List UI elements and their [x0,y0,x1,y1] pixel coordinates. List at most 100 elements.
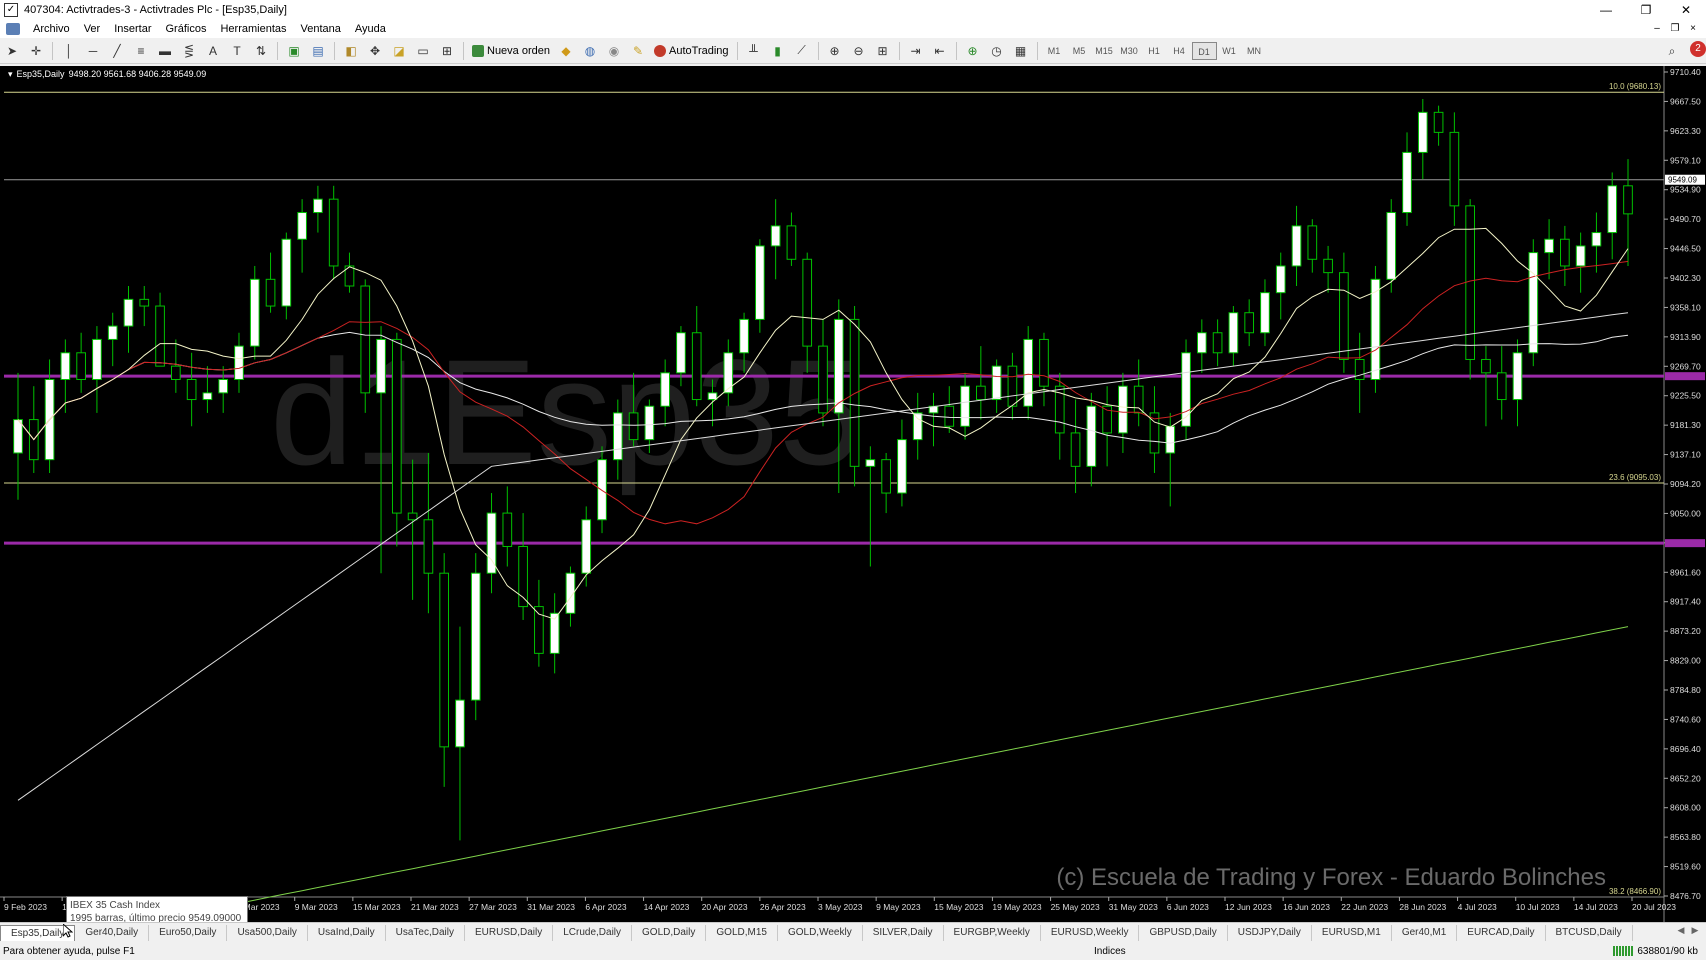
bullish-candle [455,699,465,748]
timeframe-d1[interactable]: D1 [1191,41,1217,60]
chart-tab[interactable]: GBPUSD,Daily [1139,924,1228,941]
chart-area[interactable]: d1Esp35 9710.40 9667.50 9623.30 9579.10 9534… [0,66,1706,922]
chart-tab[interactable]: GOLD,Daily [632,924,707,941]
bullish-candle [202,392,213,401]
zoom-out-icon[interactable]: ⊖ [848,41,870,61]
mouse-cursor-icon [63,924,73,938]
timeframe-mn[interactable]: MN [1242,42,1267,60]
x-axis-label: 15 May 2023 [934,902,983,912]
templates-icon[interactable]: ▦ [1010,41,1032,61]
bullish-candle [1165,425,1176,454]
cursor-icon[interactable]: ➤ [1,41,23,61]
chart-tab[interactable]: Usa500,Daily [227,924,308,941]
x-axis-label: 9 Mar 2023 [295,902,338,912]
zoom-in-icon[interactable]: ⊕ [824,41,846,61]
chart-tab[interactable]: LCrude,Daily [553,924,633,941]
price-chart[interactable]: 9710.40 9667.50 9623.30 9579.10 9534.90 9490.… [0,66,1706,922]
bullish-candle [281,238,292,307]
line-chart-icon[interactable]: ⟋ [791,41,813,61]
close-button[interactable]: ✕ [1666,0,1706,20]
bearish-candle [155,305,165,367]
search-icon[interactable]: ⌕ [1661,41,1683,61]
auto-scroll-icon[interactable]: ⇥ [905,41,927,61]
timeframe-h4[interactable]: H4 [1167,42,1192,60]
periods-icon[interactable]: ◷ [986,41,1008,61]
new-chart-icon[interactable]: ▣ [283,41,305,61]
x-axis-label: 31 May 2023 [1109,902,1158,912]
tile-windows-icon[interactable]: ⊞ [872,41,894,61]
bullish-candle [1260,292,1270,334]
child-restore-button[interactable]: ❐ [1666,20,1684,38]
level-price-box [1665,539,1705,548]
chart-collapse-icon[interactable]: ▾ [8,69,13,80]
document-icon[interactable] [6,23,20,35]
channel-icon[interactable]: ≡ [130,41,152,61]
signals-icon[interactable]: ◆ [555,41,577,61]
chart-tab[interactable]: EURUSD,Daily [465,924,554,941]
chart-tab[interactable]: EURUSD,Weekly [1041,924,1140,941]
chart-tab[interactable]: GOLD,Weekly [778,924,863,941]
chart-tab[interactable]: UsaInd,Daily [308,924,386,941]
menu-ayuda[interactable]: Ayuda [348,23,393,35]
text-icon[interactable]: A [202,41,224,61]
tester-icon[interactable]: ⊞ [436,41,458,61]
bar-chart-icon[interactable]: ╨ [743,41,765,61]
chart-tab[interactable]: EURCAD,Daily [1457,924,1546,941]
timeframe-m5[interactable]: M5 [1067,42,1092,60]
crosshair-icon[interactable]: ✛ [25,41,47,61]
menu-graficos[interactable]: Gráficos [159,23,214,35]
autotrading-label: AutoTrading [669,44,729,57]
menu-archivo[interactable]: Archivo [26,23,77,35]
menu-ver[interactable]: Ver [77,23,108,35]
timeframe-m30[interactable]: M30 [1117,42,1142,60]
timeframe-h1[interactable]: H1 [1142,42,1167,60]
market-watch-icon[interactable]: ◧ [340,41,362,61]
chart-tab[interactable]: UsaTec,Daily [386,924,465,941]
tab-left-arrow-icon[interactable]: ◀ [1674,925,1688,936]
menu-insertar[interactable]: Insertar [107,23,158,35]
chart-tab[interactable]: GOLD,M15 [706,924,778,941]
chart-tab[interactable]: EURGBP,Weekly [944,924,1041,941]
autotrading-button[interactable]: AutoTrading [650,41,733,61]
navigator-icon[interactable]: ✥ [364,41,386,61]
arrows-icon[interactable]: ⇅ [250,41,272,61]
chart-tab[interactable]: Ger40,Daily [75,924,150,941]
horizontal-line-icon[interactable]: ─ [82,41,104,61]
text-label-icon[interactable]: T [226,41,248,61]
timeframe-m15[interactable]: M15 [1092,42,1117,60]
chart-shift-icon[interactable]: ⇤ [929,41,951,61]
new-order-button[interactable]: Nueva orden [468,41,554,61]
terminal-icon[interactable]: ▭ [412,41,434,61]
data-window-icon[interactable]: ◪ [388,41,410,61]
bullish-candle [770,225,781,247]
profiles-icon[interactable]: ▤ [307,41,329,61]
child-minimize-button[interactable]: – [1648,20,1666,38]
chart-tab[interactable]: Euro50,Daily [149,924,228,941]
chart-tab[interactable]: Ger40,M1 [1392,924,1458,941]
menu-herramientas[interactable]: Herramientas [213,23,293,35]
chart-tab[interactable]: USDJPY,Daily [1228,924,1312,941]
vps-icon[interactable]: ◉ [603,41,625,61]
rectangle-icon[interactable]: ▬ [154,41,176,61]
indicators-icon[interactable]: ⊕ [962,41,984,61]
chart-tab[interactable]: BTCUSD,Daily [1546,924,1633,941]
restore-button[interactable]: ❐ [1626,0,1666,20]
menu-ventana[interactable]: Ventana [294,23,348,35]
fibonacci-icon[interactable]: ⋚ [178,41,200,61]
trendline-icon[interactable]: ╱ [106,41,128,61]
timeframe-m1[interactable]: M1 [1042,42,1067,60]
market-icon[interactable]: ◍ [579,41,601,61]
chart-tab[interactable]: SILVER,Daily [863,924,944,941]
vertical-line-icon[interactable]: │ [58,41,80,61]
child-close-button[interactable]: × [1684,20,1702,38]
tab-right-arrow-icon[interactable]: ▶ [1688,925,1702,936]
autotrading-icon [654,44,666,57]
minimize-button[interactable]: — [1586,0,1626,20]
chart-tab[interactable]: EURUSD,M1 [1312,924,1392,941]
candlestick-icon[interactable]: ▮ [767,41,789,61]
notification-badge[interactable]: 2 [1690,41,1706,57]
bullish-candle [865,459,876,467]
metaeditor-icon[interactable]: ✎ [627,41,649,61]
status-bar: Para obtener ayuda, pulse F1 Indices 638… [0,942,1706,960]
timeframe-w1[interactable]: W1 [1217,42,1242,60]
